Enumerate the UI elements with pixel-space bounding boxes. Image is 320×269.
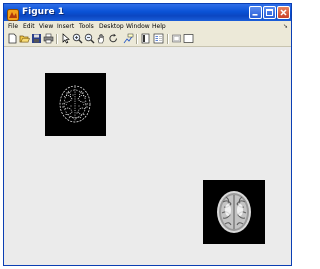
menu-tools[interactable]: Tools <box>79 21 94 32</box>
figure-canvas[interactable] <box>4 47 291 265</box>
edit-plot-button[interactable] <box>60 33 71 44</box>
zoom-in-button[interactable] <box>72 33 83 44</box>
matlab-figure-icon <box>7 6 19 21</box>
figure-window: Figure 1 File Edit View Insert Tools Des… <box>3 3 292 266</box>
edge-detected-brain-axes[interactable] <box>45 73 106 136</box>
hide-plot-tools-icon <box>172 34 181 43</box>
close-icon <box>280 9 287 16</box>
data-cursor-button[interactable] <box>123 33 134 44</box>
menu-help[interactable]: Help <box>152 21 166 32</box>
colorbar-icon <box>141 33 150 44</box>
brain-mri-image <box>203 180 265 244</box>
print-icon <box>43 33 54 44</box>
new-figure-icon <box>8 33 17 44</box>
minimize-icon <box>252 14 258 16</box>
show-plot-tools-button[interactable] <box>183 33 194 44</box>
rotate-3d-icon <box>109 33 117 43</box>
menu-window[interactable]: Window <box>126 21 150 32</box>
edge-detected-brain-image <box>45 73 106 136</box>
menu-edit[interactable]: Edit <box>23 21 35 32</box>
hide-plot-tools-button[interactable] <box>171 33 182 44</box>
pan-hand-icon <box>97 34 104 44</box>
brain-mri-axes[interactable] <box>203 180 265 244</box>
data-cursor-icon <box>123 33 134 44</box>
close-button[interactable] <box>277 6 290 19</box>
menu-insert[interactable]: Insert <box>57 21 74 32</box>
maximize-button[interactable] <box>263 6 276 19</box>
menu-view[interactable]: View <box>39 21 53 32</box>
print-button[interactable] <box>43 33 54 44</box>
menu-bar: File Edit View Insert Tools Desktop Wind… <box>4 21 291 32</box>
open-file-icon <box>19 35 30 43</box>
show-plot-tools-icon <box>183 34 194 43</box>
pan-button[interactable] <box>96 33 107 44</box>
menu-desktop[interactable]: Desktop <box>99 21 124 32</box>
toolbar-separator <box>56 34 58 44</box>
toolbar-separator <box>136 34 138 44</box>
window-title: Figure 1 <box>22 7 65 17</box>
insert-legend-button[interactable] <box>153 33 164 44</box>
toolbar-separator <box>167 34 169 44</box>
new-figure-button[interactable] <box>7 33 18 44</box>
legend-icon <box>153 33 164 44</box>
save-button[interactable] <box>31 33 42 44</box>
zoom-in-icon <box>72 33 83 44</box>
figure-toolbar <box>4 32 291 47</box>
save-icon <box>32 34 41 43</box>
zoom-out-button[interactable] <box>84 33 95 44</box>
edit-plot-arrow-icon <box>62 33 70 44</box>
menu-file[interactable]: File <box>8 21 18 32</box>
maximize-icon <box>266 9 273 16</box>
menubar-overflow-icon[interactable]: ➘ <box>283 21 288 32</box>
rotate-3d-button[interactable] <box>108 33 119 44</box>
zoom-out-icon <box>84 33 95 44</box>
minimize-button[interactable] <box>249 6 262 19</box>
title-bar[interactable]: Figure 1 <box>4 4 291 21</box>
open-file-button[interactable] <box>19 33 30 44</box>
insert-colorbar-button[interactable] <box>140 33 151 44</box>
